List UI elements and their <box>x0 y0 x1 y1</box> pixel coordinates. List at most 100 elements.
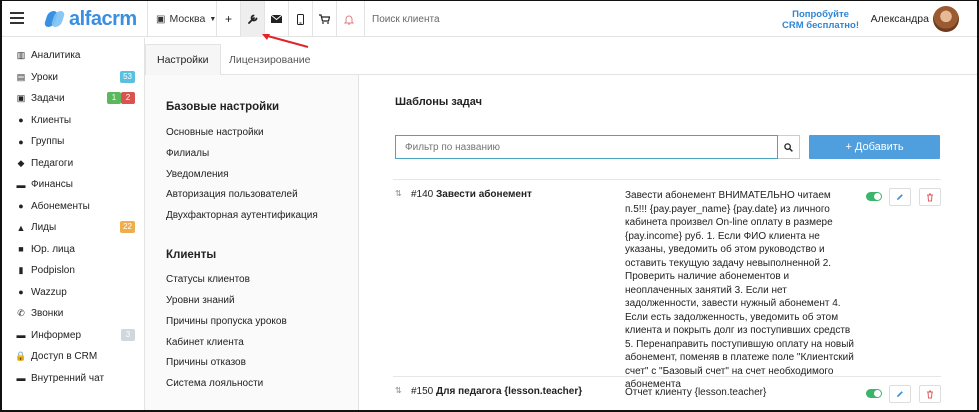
settings-link-notifications[interactable]: Уведомления <box>166 169 229 180</box>
bell-icon <box>343 15 354 25</box>
sidebar-item-calls[interactable]: ✆ Звонки <box>2 303 145 324</box>
edit-button[interactable] <box>889 188 911 206</box>
mail-icon <box>271 15 282 23</box>
task-name: Для педагога {lesson.teacher} <box>436 386 583 397</box>
sidebar-item-label: Внутренний чат <box>31 372 105 384</box>
sidebar-item-internal-chat[interactable]: ▬ Внутренний чат <box>2 368 145 389</box>
task-id: #140 <box>411 189 434 200</box>
task-enabled-toggle[interactable] <box>866 192 882 201</box>
client-search-input[interactable]: Поиск клиента <box>372 14 440 25</box>
sidebar-item-label: Задачи <box>31 93 65 104</box>
settings-link-loyalty[interactable]: Система лояльности <box>166 378 263 389</box>
sidebar-item-label: Абонементы <box>31 200 90 212</box>
clients-icon: ● <box>18 115 24 125</box>
menu-icon[interactable] <box>10 12 24 24</box>
sidebar-item-analytics[interactable]: ▥ Аналитика <box>2 45 145 66</box>
sidebar-item-label: Финансы <box>31 179 73 190</box>
settings-link-main[interactable]: Основные настройки <box>166 127 264 138</box>
settings-link-branches[interactable]: Филиалы <box>166 148 209 159</box>
filter-input[interactable] <box>395 135 778 159</box>
settings-link-absence-reasons[interactable]: Причины пропуска уроков <box>166 316 287 327</box>
user-name[interactable]: Александра <box>871 13 929 25</box>
sidebar-item-groups[interactable]: ● Группы <box>2 131 145 152</box>
avatar[interactable] <box>933 6 959 32</box>
logo-text: alfacrm <box>69 7 137 30</box>
basic-settings-title: Базовые настройки <box>166 101 280 113</box>
wazzup-icon: ● <box>18 287 24 297</box>
sidebar-item-label: Аналитика <box>31 50 81 61</box>
delete-button[interactable] <box>919 188 941 206</box>
lessons-icon: ▤ <box>16 71 26 82</box>
cart-icon <box>319 14 330 24</box>
sidebar-item-tasks[interactable]: ▣ Задачи 1 2 <box>2 88 145 109</box>
sidebar-item-label: Звонки <box>31 308 64 319</box>
drag-handle-icon[interactable]: ⇅ <box>395 189 402 198</box>
filter-search-button[interactable] <box>778 135 800 159</box>
edit-button[interactable] <box>889 385 911 403</box>
sidebar-item-leads[interactable]: ▲ Лиды 22 <box>2 217 145 238</box>
delete-button[interactable] <box>919 385 941 403</box>
crm-access-icon: 🔒 <box>15 351 27 361</box>
sidebar-item-lessons[interactable]: ▤ Уроки 53 <box>2 67 145 88</box>
sidebar-item-subscriptions[interactable]: ● Абонементы <box>2 196 145 217</box>
trash-icon <box>927 193 933 201</box>
sidebar-item-informer[interactable]: ▬ Информер 3 <box>2 325 145 346</box>
page-title: Шаблоны задач <box>395 96 483 108</box>
tab-licensing-label: Лицензирование <box>229 53 311 66</box>
sidebar-item-finance[interactable]: ▬ Финансы <box>2 174 145 195</box>
tab-licensing[interactable]: Лицензирование <box>218 44 321 75</box>
client-search[interactable]: Поиск клиента <box>364 1 664 37</box>
sidebar-item-crm-access[interactable]: 🔒 Доступ в CRM <box>2 346 145 367</box>
table-row: ⇅ #150 Для педагога {lesson.teacher} Отч… <box>393 385 941 410</box>
task-enabled-toggle[interactable] <box>866 389 882 398</box>
search-icon <box>784 142 793 152</box>
drag-handle-icon[interactable]: ⇅ <box>395 386 402 395</box>
row-divider <box>393 179 941 180</box>
phone-icon <box>297 13 304 25</box>
settings-link-knowledge-levels[interactable]: Уровни знаний <box>166 295 235 306</box>
settings-link-client-statuses[interactable]: Статусы клиентов <box>166 274 250 285</box>
sidebar-item-teachers[interactable]: ◆ Педагоги <box>2 153 145 174</box>
add-template-button[interactable]: + Добавить <box>809 135 940 159</box>
informer-icon: ▬ <box>16 330 26 340</box>
subscriptions-icon: ● <box>18 201 24 211</box>
sidebar-item-label: Wazzup <box>31 286 67 298</box>
building-icon: ▣ <box>156 13 166 25</box>
tasks-icon: ▣ <box>16 93 26 103</box>
trash-icon <box>927 390 933 398</box>
settings-link-2fa[interactable]: Двухфакторная аутентификация <box>166 210 318 221</box>
try-free-link[interactable]: Попробуйте CRM бесплатно! <box>782 9 859 31</box>
task-id: #150 <box>411 386 434 397</box>
wrench-icon <box>247 14 257 24</box>
sidebar-item-label: Доступ в CRM <box>31 351 98 362</box>
sidebar-item-label: Уроки <box>31 71 58 83</box>
sidebar-item-label: Группы <box>31 136 65 147</box>
task-title[interactable]: #140 Завести абонемент <box>411 189 532 200</box>
calls-icon: ✆ <box>17 308 25 318</box>
logo[interactable]: alfacrm <box>43 7 137 30</box>
sidebar-item-legal-entities[interactable]: ■ Юр. лица <box>2 239 145 260</box>
plus-button[interactable]: + <box>216 1 240 37</box>
settings-link-refusal-reasons[interactable]: Причины отказов <box>166 357 246 368</box>
sidebar-item-clients[interactable]: ● Клиенты <box>2 110 145 131</box>
notifications-button[interactable] <box>336 1 360 37</box>
teachers-icon: ◆ <box>17 157 25 168</box>
settings-link-client-cabinet[interactable]: Кабинет клиента <box>166 337 244 348</box>
tab-settings[interactable]: Настройки <box>145 44 221 75</box>
sidebar-item-label: Юр. лица <box>31 243 75 255</box>
row-divider <box>393 376 941 377</box>
sidebar-item-podpislon[interactable]: ▮ Podpislon <box>2 260 145 281</box>
tab-settings-label: Настройки <box>157 54 209 66</box>
city-selector[interactable]: ▣ Москва ▼ <box>147 1 224 37</box>
tabs-bar: Настройки Лицензирование <box>145 38 977 75</box>
sidebar-item-label: Информер <box>31 329 82 341</box>
count-badge: 53 <box>120 70 135 83</box>
internal-chat-icon: ▬ <box>16 373 26 383</box>
sidebar-item-label: Лиды <box>31 222 57 233</box>
analytics-icon: ▥ <box>16 50 26 60</box>
count-badge: 22 <box>120 221 135 233</box>
sidebar-item-label: Педагоги <box>31 157 74 169</box>
settings-link-auth[interactable]: Авторизация пользователей <box>166 189 298 200</box>
task-title[interactable]: #150 Для педагога {lesson.teacher} <box>411 386 582 397</box>
sidebar-item-wazzup[interactable]: ● Wazzup <box>2 282 145 303</box>
